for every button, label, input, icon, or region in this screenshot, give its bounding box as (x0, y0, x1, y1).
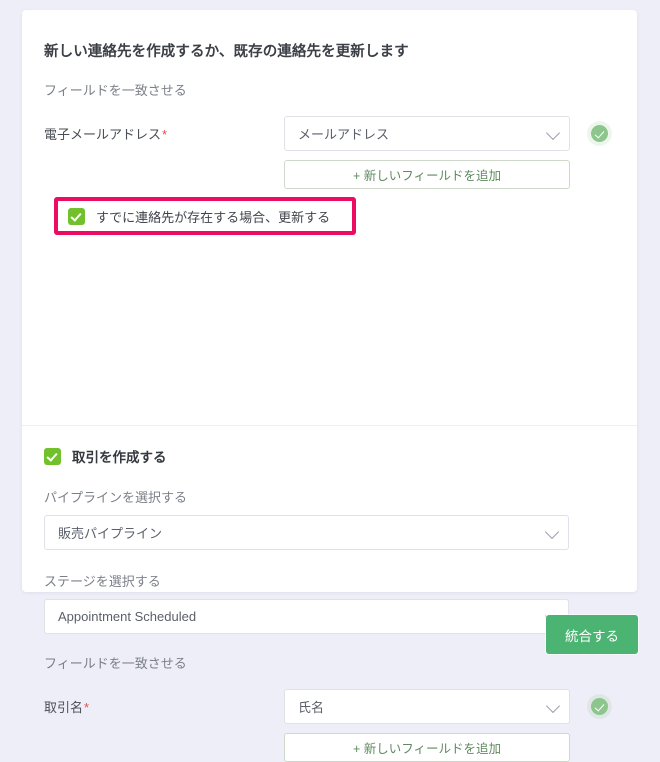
deal-name-mapping-value: 氏名 (298, 700, 325, 715)
email-required-asterisk: * (162, 127, 168, 142)
email-mapping-value: メールアドレス (298, 127, 390, 142)
check-circle-icon (591, 698, 608, 715)
section-divider (22, 425, 637, 426)
stage-select-wrap: Appointment Scheduled (22, 599, 637, 634)
deal-name-required-asterisk: * (84, 700, 90, 715)
deal-name-label-text: 取引名 (44, 700, 84, 715)
contact-add-field-row: + 新しいフィールドを追加 (22, 160, 637, 189)
integration-settings-card: 新しい連絡先を作成するか、既存の連絡先を更新します フィールドを一致させる 電子… (22, 10, 637, 762)
deal-section: 取引を作成する パイプラインを選択する 販売パイプライン ステージを選択する A… (22, 446, 637, 762)
update-existing-contact-label: すでに連絡先が存在する場合、更新する (96, 209, 331, 225)
page-root: 新しい連絡先を作成するか、既存の連絡先を更新します フィールドを一致させる 電子… (0, 0, 660, 762)
deal-name-mapping-select[interactable]: 氏名 (284, 689, 570, 724)
deal-name-field-label: 取引名* (44, 697, 284, 716)
check-circle-icon (591, 125, 608, 142)
stage-label: ステージを選択する (44, 574, 161, 589)
pipeline-select[interactable]: 販売パイプライン (44, 515, 569, 550)
create-deal-row[interactable]: 取引を作成する (22, 446, 637, 466)
contact-section: 新しい連絡先を作成するか、既存の連絡先を更新します フィールドを一致させる 電子… (22, 10, 637, 425)
update-existing-contact-highlight[interactable]: すでに連絡先が存在する場合、更新する (54, 197, 356, 235)
submit-integration-button[interactable]: 統合する (546, 615, 638, 654)
create-deal-label: 取引を作成する (72, 450, 167, 465)
update-existing-contact-checkbox[interactable] (68, 207, 85, 225)
contact-add-new-field-button[interactable]: + 新しいフィールドを追加 (284, 160, 570, 189)
email-field-row: 電子メールアドレス* メールアドレス (22, 116, 637, 151)
stage-value: Appointment Scheduled (58, 609, 197, 624)
pipeline-label: パイプラインを選択する (44, 490, 188, 505)
contact-match-fields-label: フィールドを一致させる (44, 83, 187, 98)
page-title: 新しい連絡先を作成するか、既存の連絡先を更新します (44, 44, 409, 60)
chevron-down-icon (545, 125, 561, 140)
chevron-down-icon (544, 524, 560, 539)
deal-add-field-row: + 新しいフィールドを追加 (22, 733, 637, 762)
create-deal-checkbox[interactable] (44, 447, 61, 465)
email-mapping-select[interactable]: メールアドレス (284, 116, 570, 151)
email-label-text: 電子メールアドレス (44, 127, 162, 142)
pipeline-select-wrap: 販売パイプライン (22, 515, 637, 550)
pipeline-value: 販売パイプライン (58, 526, 163, 541)
deal-add-new-field-button[interactable]: + 新しいフィールドを追加 (284, 733, 570, 762)
deal-name-field-row: 取引名* 氏名 (22, 689, 637, 724)
email-field-label: 電子メールアドレス* (44, 124, 284, 143)
chevron-down-icon (545, 698, 561, 713)
deal-match-fields-label: フィールドを一致させる (44, 656, 187, 671)
stage-select[interactable]: Appointment Scheduled (44, 599, 569, 634)
